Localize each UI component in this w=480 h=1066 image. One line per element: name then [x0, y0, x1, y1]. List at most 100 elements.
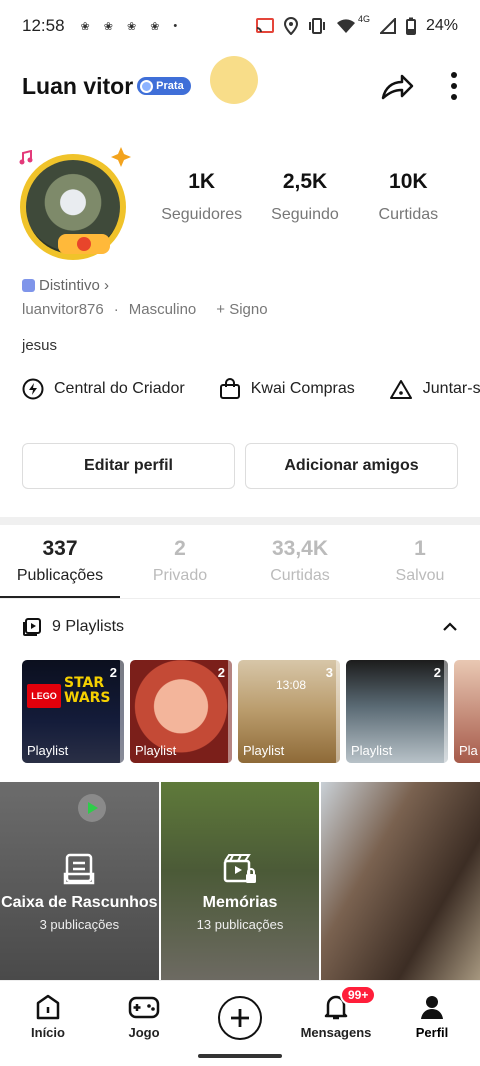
status-time: 12:58 [22, 16, 65, 35]
stat-value: 1K [188, 170, 216, 193]
posts-grid: Caixa de Rascunhos 3 publicações Memória… [0, 782, 480, 980]
more-options-icon[interactable] [450, 71, 458, 101]
distintivo-label: Distintivo › [39, 277, 110, 294]
nav-messages[interactable]: 99+ Mensagens [288, 981, 384, 1066]
folder-count: 3 publicações [39, 917, 120, 932]
playlists-header[interactable]: 9 Playlists [22, 617, 458, 637]
status-bar: 12:58 ❀ ❀ ❀ ❀ • 4G 24% [0, 0, 480, 52]
gender: Masculino [128, 301, 197, 318]
create-button[interactable] [218, 996, 262, 1040]
join-button[interactable]: Juntar-s [389, 378, 480, 400]
plus-icon [231, 1009, 249, 1027]
avatar[interactable] [18, 146, 131, 260]
stat-label: Curtidas [378, 206, 439, 223]
playlist-count: 2 [217, 665, 225, 680]
tab-publicacoes[interactable]: 337 Publicações [0, 537, 120, 585]
thumbnail-clock: 13:08 [276, 678, 307, 692]
content-tabs: 337 Publicações 2 Privado 33,4K Curtidas… [0, 537, 480, 585]
home-indicator[interactable] [198, 1054, 282, 1058]
nav-game[interactable]: Jogo [96, 981, 192, 1066]
play-icon [78, 794, 106, 822]
stat-following[interactable]: 2,5K Seguindo [253, 170, 356, 224]
person-icon [421, 996, 443, 1019]
playlists-count-label: 9 Playlists [52, 618, 125, 635]
level-badge[interactable]: Prata [137, 77, 191, 95]
tab-count: 1 [414, 537, 426, 560]
shortcuts-row: Central do Criador Kwai Compras Juntar-s [22, 378, 480, 400]
distintivo-icon [22, 279, 35, 292]
battery-icon [405, 17, 416, 35]
tab-curtidas[interactable]: 33,4K Curtidas [240, 537, 360, 585]
share-icon[interactable] [380, 70, 414, 102]
notification-app-icon: ❀ [126, 20, 137, 33]
playlist-card[interactable]: 2 Playlist [130, 660, 232, 763]
lightning-icon [22, 378, 44, 400]
gamepad-icon [128, 996, 160, 1019]
stack-edge [120, 660, 124, 763]
chevron-up-icon[interactable] [442, 622, 458, 632]
tab-count: 2 [174, 537, 186, 560]
tab-salvou[interactable]: 1 Salvou [360, 537, 480, 585]
profile-meta: luanvitor876 · Masculino + Signo [22, 301, 268, 318]
playlists-carousel: LEGO STAR WARS 2 Playlist 2 Playlist 13:… [22, 660, 480, 763]
nav-home[interactable]: Início [0, 981, 96, 1066]
stat-likes[interactable]: 10K Curtidas [357, 170, 460, 224]
playlist-count: 2 [433, 665, 441, 680]
nav-profile[interactable]: Perfil [384, 981, 480, 1066]
wifi-icon [336, 19, 355, 33]
profile-name: Luan vitor [22, 72, 134, 99]
playlist-label: Playlist [351, 743, 393, 758]
notification-app-icon: ❀ [80, 20, 90, 33]
playlist-icon [23, 618, 41, 636]
stat-value: 2,5K [282, 170, 328, 193]
location-icon [283, 17, 298, 35]
camera-sticker-icon [58, 234, 110, 254]
playlist-card[interactable]: Pla [454, 660, 480, 763]
add-friends-button[interactable]: Adicionar amigos [245, 443, 458, 489]
shortcut-label: Kwai Compras [250, 380, 355, 397]
edit-profile-button[interactable]: Editar perfil [22, 443, 235, 489]
bio: jesus [22, 337, 58, 354]
stat-followers[interactable]: 1K Seguidores [150, 170, 253, 224]
network-type: 4G [357, 14, 370, 24]
locked-clapperboard-icon [223, 854, 256, 883]
playlist-card[interactable]: 2 Playlist [346, 660, 448, 763]
shortcut-label: Central do Criador [54, 380, 185, 397]
badge-medal-icon [140, 79, 154, 93]
star-wars-logo: STAR WARS [64, 675, 111, 706]
playlist-count: 2 [109, 665, 117, 680]
section-divider [0, 517, 480, 525]
battery-percent: 24% [425, 17, 458, 34]
playlist-card[interactable]: 13:08 3 Playlist [238, 660, 340, 763]
messages-badge: 99+ [340, 985, 377, 1005]
home-icon [36, 994, 60, 1020]
distintivo-link[interactable]: Distintivo › [22, 277, 109, 294]
stat-value: 10K [389, 170, 428, 193]
playlist-label: Playlist [243, 743, 285, 758]
video-post-thumbnail[interactable] [321, 782, 480, 980]
add-sign-button[interactable]: + Signo [216, 301, 267, 318]
profile-header: Luan vitor Prata [0, 58, 480, 114]
status-right: 4G 24% [255, 14, 458, 35]
nav-label: Perfil [415, 1025, 449, 1040]
tab-privado[interactable]: 2 Privado [120, 537, 240, 585]
playlist-count: 3 [325, 665, 333, 680]
playlist-label: Playlist [27, 743, 69, 758]
tab-label: Privado [152, 567, 208, 584]
drafts-icon [64, 853, 95, 885]
playlist-label: Pla [459, 743, 478, 758]
drafts-folder[interactable]: Caixa de Rascunhos 3 publicações [0, 782, 159, 980]
badge-label: Prata [156, 80, 184, 92]
meta-separator: · [113, 301, 119, 318]
tent-icon [389, 380, 412, 399]
username: luanvitor876 [22, 301, 104, 318]
lego-logo: LEGO [27, 684, 61, 708]
playlist-card[interactable]: LEGO STAR WARS 2 Playlist [22, 660, 124, 763]
tab-label: Salvou [395, 567, 445, 584]
nav-label: Mensagens [300, 1025, 372, 1040]
kwai-shop-button[interactable]: Kwai Compras [219, 378, 355, 400]
stat-label: Seguindo [271, 206, 339, 223]
tab-label: Publicações [16, 567, 104, 584]
creator-center-button[interactable]: Central do Criador [22, 378, 185, 400]
memories-folder[interactable]: Memórias 13 publicações [160, 782, 320, 980]
